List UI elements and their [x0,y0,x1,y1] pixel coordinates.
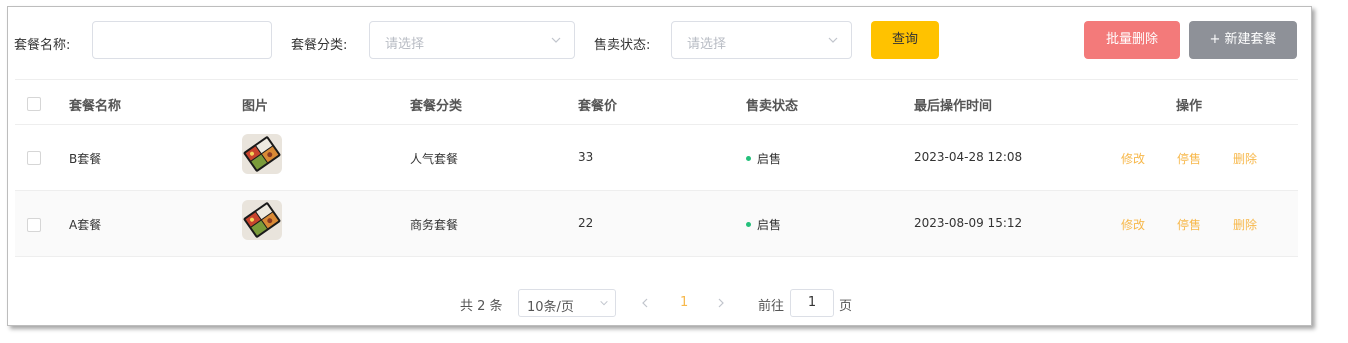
page-size-select[interactable]: 10条/页 [518,289,616,317]
bento-box-photo [242,200,282,240]
status-dot-icon [746,222,751,227]
status-placeholder: 请选择 [687,37,727,52]
name-input[interactable] [92,21,272,59]
stop-sale-link[interactable]: 停售 [1177,150,1201,167]
total-count: 共 2 条 [460,299,503,314]
header-name: 套餐名称 [69,99,122,114]
row-checkbox[interactable] [27,151,41,165]
category-placeholder: 请选择 [385,37,425,52]
setmeal-category: 人气套餐 [410,152,459,166]
select-all-checkbox[interactable] [27,97,41,111]
header-category: 套餐分类 [410,99,463,114]
setmeal-name: A套餐 [69,218,102,232]
status-select[interactable]: 请选择 [671,21,852,59]
category-select[interactable]: 请选择 [369,21,575,59]
edit-link[interactable]: 修改 [1121,216,1145,233]
delete-link[interactable]: 删除 [1233,150,1257,167]
edit-link[interactable]: 修改 [1121,150,1145,167]
table-row: A套餐 商务套餐 22 启售 2023-08-09 15:12 修改 停售 删除 [15,191,1298,257]
setmeal-price: 33 [578,150,594,164]
goto-suffix: 页 [839,299,853,314]
header-image: 图片 [242,99,269,114]
status-label: 售卖状态: [594,38,651,53]
chevron-down-icon [551,37,561,43]
status-text: 启售 [757,218,782,232]
bento-box-photo [242,134,282,174]
stop-sale-link[interactable]: 停售 [1177,216,1201,233]
status-cell: 启售 [746,216,781,233]
goto-label: 前往 [758,299,785,314]
header-status: 售卖状态 [746,99,799,114]
next-page-icon[interactable] [716,297,726,309]
header-updated: 最后操作时间 [914,99,993,114]
setmeal-category: 商务套餐 [410,218,459,232]
setmeal-price: 22 [578,216,594,230]
updated-time: 2023-04-28 12:08 [914,150,1023,164]
table-row: B套餐 人气套餐 33 启售 2023-04-28 12:08 修改 停售 删除 [15,125,1298,191]
pagination: 共 2 条 10条/页 1 前往 1 页 [8,287,1311,319]
setmeal-panel: 套餐名称: 套餐分类: 请选择 售卖状态: 请选择 查询 批量删除 + 新建套餐… [7,6,1312,326]
name-label: 套餐名称: [14,38,71,53]
header-price: 套餐价 [578,99,618,114]
page-size-value: 10条/页 [527,300,574,315]
delete-link[interactable]: 删除 [1233,216,1257,233]
batch-delete-button[interactable]: 批量删除 [1084,21,1180,59]
prev-page-icon[interactable] [640,297,650,309]
header-actions: 操作 [1176,99,1203,114]
status-text: 启售 [757,152,782,166]
current-page[interactable]: 1 [680,295,688,310]
updated-time: 2023-08-09 15:12 [914,216,1023,230]
filter-toolbar: 套餐名称: 套餐分类: 请选择 售卖状态: 请选择 查询 批量删除 + 新建套餐 [8,7,1311,77]
new-setmeal-button[interactable]: + 新建套餐 [1189,21,1297,59]
query-button[interactable]: 查询 [871,21,939,59]
category-label: 套餐分类: [291,38,348,53]
goto-page-input[interactable]: 1 [790,289,834,317]
row-checkbox[interactable] [27,218,41,232]
status-cell: 启售 [746,150,781,167]
status-dot-icon [746,156,751,161]
chevron-down-icon [828,37,838,43]
table-header: 套餐名称 图片 套餐分类 套餐价 售卖状态 最后操作时间 操作 [15,79,1298,125]
setmeal-name: B套餐 [69,152,102,166]
chevron-down-icon [600,300,608,306]
